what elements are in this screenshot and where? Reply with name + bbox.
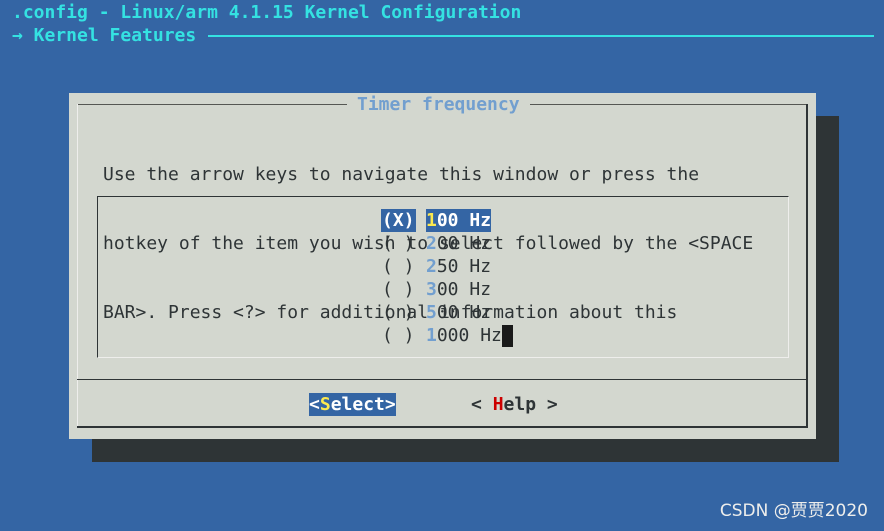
option-label-rest: 000 Hz: [436, 325, 502, 346]
option-1000hz[interactable]: ( ) 1000 Hz: [381, 324, 513, 347]
instruction-line: Use the arrow keys to navigate this wind…: [103, 164, 700, 185]
breadcrumb-rule: [208, 34, 874, 37]
option-hotkey: 1: [426, 325, 437, 346]
radio-unselected[interactable]: ( ): [381, 278, 416, 301]
window-title: .config - Linux/arm 4.1.15 Kernel Config…: [12, 2, 522, 23]
option-label[interactable]: 1000 Hz: [426, 324, 502, 347]
dialog-title: Timer frequency: [347, 93, 530, 116]
radio-unselected[interactable]: ( ): [381, 301, 416, 324]
text-cursor: [501, 324, 513, 347]
option-label[interactable]: 100 Hz: [426, 209, 492, 232]
option-label[interactable]: 200 Hz: [426, 232, 491, 255]
option-200hz[interactable]: ( ) 200 Hz: [381, 232, 513, 255]
option-300hz[interactable]: ( ) 300 Hz: [381, 278, 513, 301]
option-hotkey: 2: [426, 256, 437, 277]
select-button-hotkey: S: [319, 394, 331, 415]
select-button[interactable]: <Select>: [309, 393, 396, 416]
radio-unselected[interactable]: ( ): [381, 255, 416, 278]
option-hotkey: 3: [426, 279, 437, 300]
option-label-rest: 00 Hz: [436, 302, 492, 323]
option-hotkey: 5: [426, 302, 437, 323]
help-button-hotkey: H: [492, 394, 504, 415]
option-250hz[interactable]: ( ) 250 Hz: [381, 255, 513, 278]
option-label-rest: 00 Hz: [436, 233, 492, 254]
help-button-rest: elp >: [503, 394, 558, 415]
option-hotkey: 1: [426, 210, 437, 231]
radio-unselected[interactable]: ( ): [381, 232, 416, 255]
help-button-left: <: [471, 394, 493, 415]
option-label[interactable]: 250 Hz: [426, 255, 491, 278]
select-button-rest: elect>: [330, 394, 396, 415]
options-listbox: (X) 100 Hz ( ) 200 Hz ( ) 250 Hz ( ) 300…: [97, 196, 789, 358]
radio-options: (X) 100 Hz ( ) 200 Hz ( ) 250 Hz ( ) 300…: [381, 209, 513, 347]
timer-frequency-dialog: Timer frequency Use the arrow keys to na…: [69, 93, 816, 439]
watermark: CSDN @贾贾2020: [719, 501, 868, 521]
option-label-rest: 50 Hz: [436, 256, 492, 277]
option-label-rest: 00 Hz: [436, 279, 492, 300]
breadcrumb-text: → Kernel Features: [12, 25, 197, 46]
option-100hz[interactable]: (X) 100 Hz: [381, 209, 513, 232]
option-label-rest: 00 Hz: [436, 210, 492, 231]
option-500hz[interactable]: ( ) 500 Hz: [381, 301, 513, 324]
radio-unselected[interactable]: ( ): [381, 324, 416, 347]
option-label[interactable]: 300 Hz: [426, 278, 491, 301]
dialog-border-bottom: [77, 426, 808, 428]
option-hotkey: 2: [426, 233, 437, 254]
breadcrumb: → Kernel Features: [12, 24, 874, 47]
dialog-button-separator: [77, 379, 808, 380]
radio-selected[interactable]: (X): [381, 209, 416, 232]
option-label[interactable]: 500 Hz: [426, 301, 491, 324]
help-button[interactable]: < Help >: [471, 393, 558, 416]
select-button-left: <: [309, 394, 320, 415]
